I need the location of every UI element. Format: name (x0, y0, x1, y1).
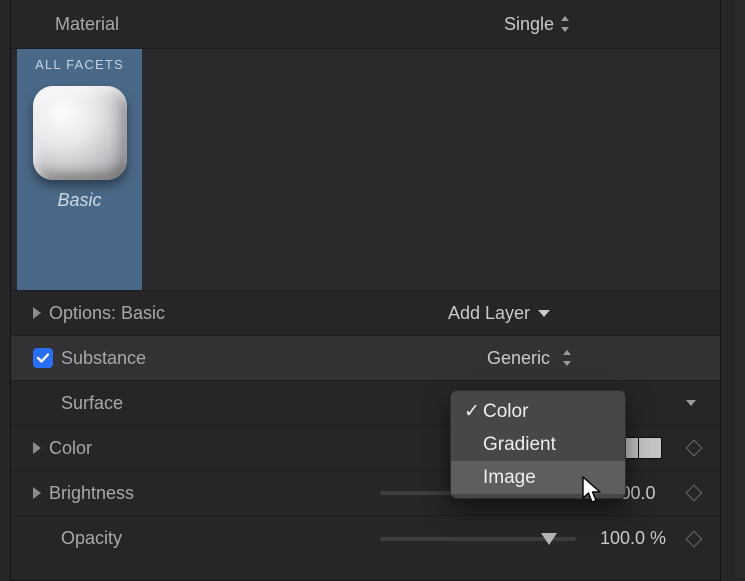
menu-item-color[interactable]: ✓ Color (451, 395, 625, 428)
substance-label: Substance (61, 348, 146, 369)
check-icon: ✓ (461, 400, 483, 423)
chevron-down-icon (538, 310, 550, 317)
material-label: Material (55, 14, 119, 35)
keyframe-diamond-icon[interactable] (686, 530, 703, 547)
brightness-label: Brightness (49, 483, 134, 504)
options-label: Options: Basic (49, 303, 165, 324)
updown-arrows-icon (562, 350, 572, 366)
substance-selector[interactable]: Generic (487, 348, 572, 369)
row-options: Options: Basic Add Layer (11, 291, 720, 336)
add-layer-button[interactable]: Add Layer (448, 303, 550, 324)
surface-label: Surface (61, 393, 123, 414)
updown-arrows-icon (560, 16, 570, 32)
opacity-label: Opacity (61, 528, 122, 549)
disclosure-triangle-icon[interactable] (33, 487, 41, 499)
material-mode-value: Single (504, 14, 554, 35)
substance-checkbox[interactable] (33, 348, 53, 368)
material-preview-thumbnail (33, 86, 127, 180)
menu-item-image[interactable]: Image (451, 461, 625, 494)
facet-tab-label: ALL FACETS (35, 49, 124, 78)
row-substance: Substance Generic (11, 336, 720, 381)
opacity-value[interactable]: 100.0 % (590, 528, 676, 549)
material-header-row: Material Single (11, 0, 720, 48)
keyframe-diamond-icon[interactable] (686, 485, 703, 502)
menu-item-label: Gradient (483, 434, 556, 456)
add-layer-label: Add Layer (448, 303, 530, 324)
facets-area: ALL FACETS Basic (11, 48, 720, 291)
chevron-down-icon[interactable] (686, 400, 696, 406)
substance-value: Generic (487, 348, 550, 369)
opacity-slider[interactable] (380, 528, 576, 550)
menu-item-label: Image (483, 467, 536, 489)
menu-item-gradient[interactable]: Gradient (451, 428, 625, 461)
scroll-gutter (735, 0, 745, 577)
color-label: Color (49, 438, 92, 459)
menu-item-label: Color (483, 401, 528, 423)
material-mode-selector[interactable]: Single (504, 14, 570, 35)
facet-tile-selected[interactable]: ALL FACETS Basic (17, 49, 142, 290)
facet-name: Basic (57, 190, 101, 211)
disclosure-triangle-icon[interactable] (33, 442, 41, 454)
disclosure-triangle-icon[interactable] (33, 307, 41, 319)
row-opacity: Opacity 100.0 % (11, 516, 720, 561)
keyframe-diamond-icon[interactable] (686, 440, 703, 457)
surface-dropdown-menu: ✓ Color Gradient Image (450, 390, 626, 499)
